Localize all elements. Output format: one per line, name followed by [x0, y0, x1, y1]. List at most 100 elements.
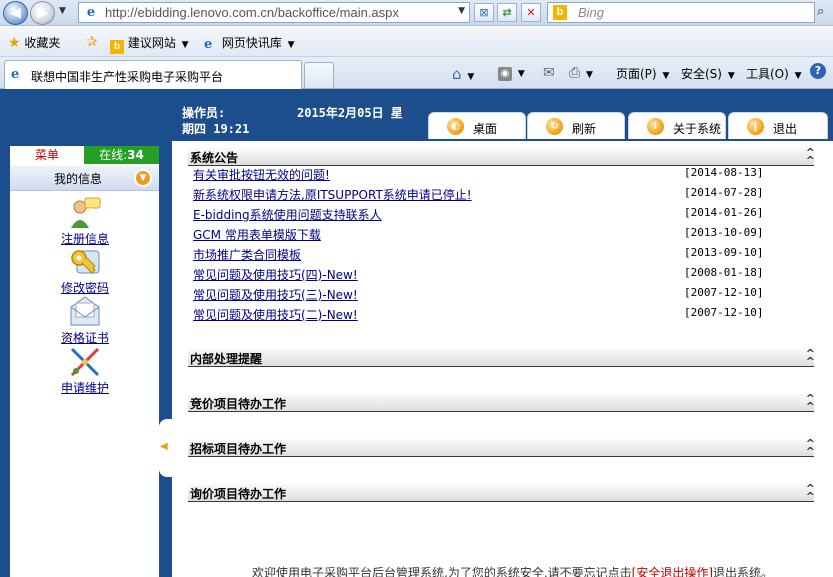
announcement-link[interactable]: 常见问题及使用技巧(四)-New!	[193, 266, 358, 283]
web-slices-link[interactable]: e 网页快讯库 ▼	[204, 34, 295, 52]
list-item: 新系统权限申请方法,原ITSUPPORT系统申请已停止! [2014-07-28…	[193, 183, 793, 203]
tab-desktop-label: 桌面	[473, 122, 498, 136]
print-button[interactable]: ⎙ ▼	[569, 65, 593, 81]
chevron-up-icon[interactable]: ^ ^	[806, 147, 815, 166]
announcement-link[interactable]: 市场推广类合同模板	[193, 246, 301, 263]
chevron-down-icon: ▼	[181, 40, 189, 50]
list-item: 有关审批按钮无效的问题! [2014-08-13]	[193, 163, 793, 183]
chevron-up-icon[interactable]: ^ ^	[806, 348, 815, 367]
sidebar-link-change-password[interactable]: 修改密码	[50, 279, 120, 296]
chevron-left-icon: ◀	[160, 441, 168, 452]
suggested-sites-link[interactable]: b 建议网站 ▼	[110, 34, 189, 54]
favorites-bar: ★ 收藏夹 ✰ b 建议网站 ▼ e 网页快讯库 ▼	[0, 27, 833, 57]
list-item: 常见问题及使用技巧(四)-New! [2008-01-18]	[193, 263, 793, 283]
tab-refresh-label: 刷新	[572, 122, 597, 136]
star-icon: ★	[8, 35, 21, 51]
tools-icon	[68, 345, 102, 379]
home-button[interactable]: ⌂ ▼	[452, 65, 474, 83]
refresh-icon: ↻	[546, 118, 563, 135]
announcement-date: [2013-10-09]	[684, 226, 764, 239]
chevron-up-icon[interactable]: ^ ^	[806, 483, 815, 502]
announcement-link[interactable]: 有关审批按钮无效的问题!	[193, 166, 330, 183]
announcement-link[interactable]: E-bidding系统使用问题支持联系人	[193, 206, 382, 223]
announcement-date: [2007-12-10]	[684, 286, 764, 299]
safety-menu-button[interactable]: 安全(S) ▼	[681, 65, 735, 82]
tab-logout[interactable]: ❙ 退出	[728, 112, 828, 139]
tab-about[interactable]: i 关于系统	[628, 112, 726, 139]
back-button[interactable]: ◀	[3, 1, 28, 25]
announcement-date: [2014-07-28]	[684, 186, 764, 199]
announcement-link[interactable]: 常见问题及使用技巧(二)-New!	[193, 306, 358, 323]
url-dropdown-icon[interactable]: ▼	[458, 6, 465, 16]
search-icon[interactable]: ⌕	[817, 4, 824, 19]
tab-refresh[interactable]: ↻ 刷新	[527, 112, 625, 139]
browser-refresh-button[interactable]: ⇄	[497, 3, 517, 22]
bing-icon: b	[110, 40, 124, 54]
history-dropdown-icon[interactable]: ▼	[59, 6, 66, 16]
url-text[interactable]: http://ebidding.lenovo.com.cn/backoffice…	[105, 5, 399, 20]
announcement-date: [2014-08-13]	[684, 166, 764, 179]
help-icon: ?	[810, 63, 826, 79]
bing-icon: b	[553, 5, 567, 20]
announcement-link[interactable]: 常见问题及使用技巧(三)-New!	[193, 286, 358, 303]
tools-menu-label: 工具(O)	[746, 67, 789, 81]
safe-logout-link[interactable]: [安全退出操作]	[632, 566, 713, 577]
suggested-sites-label: 建议网站	[127, 36, 176, 50]
address-bar: ◀ ▶ ▼ e http://ebidding.lenovo.com.cn/ba…	[0, 0, 833, 26]
my-info-label: 我的信息	[54, 172, 103, 186]
help-button[interactable]: ?	[810, 63, 826, 79]
refresh-icon: ⇄	[502, 6, 512, 19]
section-inquiry-pending: 询价项目待办工作 ^ ^	[188, 483, 815, 502]
search-placeholder: Bing	[578, 5, 605, 20]
sidebar-item-maintenance[interactable]: 申请维护	[50, 345, 120, 396]
mail-button[interactable]: ✉	[543, 65, 555, 81]
announcement-date: [2008-01-18]	[684, 266, 764, 279]
web-slices-label: 网页快讯库	[221, 36, 282, 50]
operator-date: 2015年2月05日 星	[297, 106, 403, 120]
compatibility-view-button[interactable]: ⊠	[474, 3, 494, 22]
url-field[interactable]: e http://ebidding.lenovo.com.cn/backoffi…	[78, 2, 470, 23]
browser-tab-bar: e 联想中国非生产性采购电子采购平台 ⌂ ▼ ◉ ▼ ✉ ⎙ ▼ 页面(P) ▼…	[0, 57, 833, 89]
new-tab-button[interactable]	[304, 62, 334, 88]
chevron-down-icon: ▼	[467, 72, 475, 82]
sidebar-item-register-info[interactable]: 注册信息	[50, 196, 120, 247]
add-favorites-button[interactable]: ✰	[86, 34, 98, 50]
sidebar-item-change-password[interactable]: 修改密码	[50, 245, 120, 296]
search-field[interactable]: b Bing	[547, 2, 815, 23]
feeds-button[interactable]: ◉ ▼	[498, 65, 525, 81]
tools-menu-button[interactable]: 工具(O) ▼	[746, 65, 802, 82]
info-icon: i	[647, 118, 664, 135]
chevron-up-icon[interactable]: ^ ^	[806, 438, 815, 457]
forward-button[interactable]: ▶	[30, 1, 55, 25]
section-internal-reminders: 内部处理提醒 ^ ^	[188, 348, 815, 367]
sidebar-toggle-handle[interactable]: ◀	[159, 419, 172, 477]
page-menu-button[interactable]: 页面(P) ▼	[616, 65, 669, 82]
arrow-left-icon: ◀	[10, 5, 21, 21]
ie-page-icon: e	[11, 67, 20, 82]
browser-tab-active[interactable]: e 联想中国非生产性采购电子采购平台	[4, 60, 302, 89]
desktop-icon: ◐	[447, 118, 464, 135]
tab-desktop[interactable]: ◐ 桌面	[428, 112, 526, 139]
tab-logout-label: 退出	[773, 122, 798, 136]
star-add-icon: ✰	[86, 34, 98, 50]
my-info-bar[interactable]: 我的信息 ▼	[10, 166, 159, 191]
ie-page-icon: e	[86, 5, 96, 20]
chevron-down-icon: ▼	[727, 71, 735, 81]
key-icon	[68, 245, 102, 279]
browser-tab-title: 联想中国非生产性采购电子采购平台	[31, 70, 224, 84]
chevron-down-icon: ▼	[662, 71, 670, 81]
home-icon: ⌂	[452, 65, 462, 83]
sidebar-link-qualification[interactable]: 资格证书	[50, 329, 120, 346]
section-tender-pending: 招标项目待办工作 ^ ^	[188, 438, 815, 457]
collapse-icon[interactable]: ▼	[134, 169, 152, 187]
announcement-link[interactable]: GCM 常用表单模版下载	[193, 226, 321, 243]
sidebar-link-maintenance[interactable]: 申请维护	[50, 379, 120, 396]
announcement-link[interactable]: 新系统权限申请方法,原ITSUPPORT系统申请已停止!	[193, 186, 472, 203]
list-item: 常见问题及使用技巧(三)-New! [2007-12-10]	[193, 283, 793, 303]
chevron-up-icon[interactable]: ^ ^	[806, 393, 815, 412]
compatibility-icon: ⊠	[479, 6, 489, 19]
main-content: 系统公告 ^ ^ 有关审批按钮无效的问题! [2014-08-13] 新系统权限申…	[172, 141, 833, 577]
stop-button[interactable]: ✕	[521, 3, 541, 22]
sidebar-item-qualification[interactable]: 资格证书	[50, 295, 120, 346]
favorites-button[interactable]: ★ 收藏夹	[8, 34, 60, 51]
